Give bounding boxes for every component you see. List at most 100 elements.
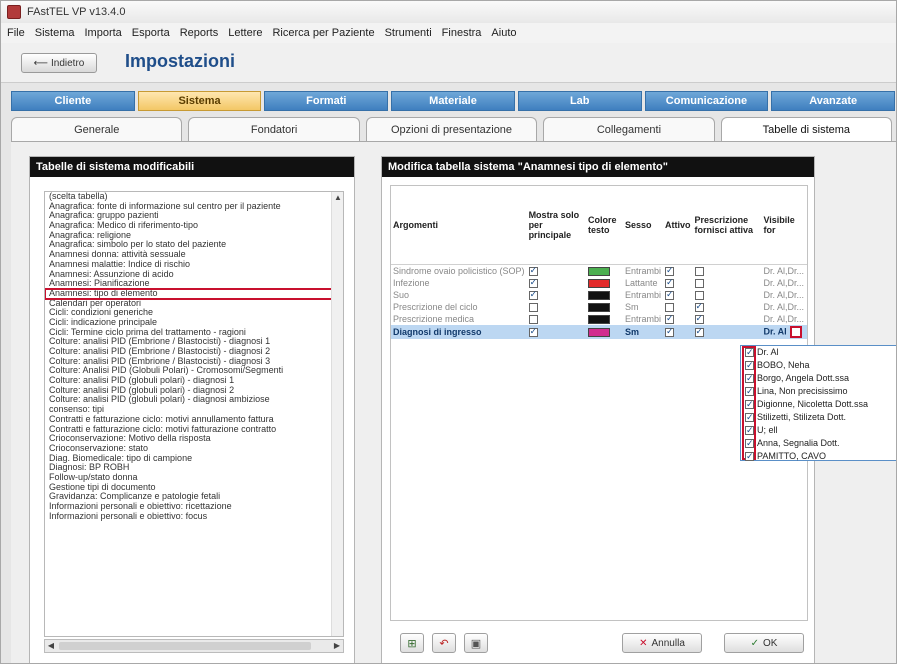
color-swatch[interactable] [588,278,611,288]
list-item[interactable]: Colture: Analisi PID (Globuli Polari) - … [45,366,343,376]
prescription-checkbox[interactable] [694,266,704,276]
menu-item[interactable]: Esporta [132,27,170,39]
list-item[interactable]: Informazioni personali e obiettivo: rice… [45,502,343,512]
list-item[interactable]: Contratti e fatturazione ciclo: motivi a… [45,415,343,425]
option-checkbox[interactable] [745,450,754,463]
menu-item[interactable]: Lettere [228,27,262,39]
main-tab[interactable]: Avanzate [771,91,896,111]
scroll-thumb[interactable] [59,642,311,650]
color-swatch[interactable] [588,303,611,312]
menu-item[interactable]: Reports [180,27,219,39]
dropdown-option[interactable]: BOBO, Neha [741,359,896,372]
main-tab[interactable]: Cliente [11,91,135,111]
ok-button[interactable]: ✓ OK [724,633,804,653]
list-item[interactable]: Anagrafica: religione [45,231,343,241]
scroll-up-icon[interactable]: ▲ [332,192,343,204]
argument-cell[interactable]: Sindrome ovaio policistico (SOP) [391,264,527,277]
prescription-checkbox[interactable] [694,278,704,288]
sex-cell[interactable]: Sm [623,325,664,340]
menu-item[interactable]: Strumenti [385,27,432,39]
visible-for-cell[interactable]: Dr. Al,Dr... [761,264,807,277]
list-item[interactable]: Anagrafica: Medico di riferimento-tipo [45,221,343,231]
active-checkbox[interactable] [665,277,675,288]
visible-for-cell[interactable]: Dr. Al,Dr... [761,313,807,325]
option-checkbox[interactable] [745,372,754,385]
list-item[interactable]: Colture: analisi PID (globuli polari) - … [45,395,343,405]
list-item[interactable]: Diag. Biomedicale: tipo di campione [45,454,343,464]
list-item[interactable]: Anagrafica: gruppo pazienti [45,211,343,221]
dropdown-toggle-button[interactable] [789,326,802,339]
list-item[interactable]: Cicli: indicazione principale [45,318,343,328]
cancel-button[interactable]: ✕ Annulla [622,633,702,653]
option-checkbox[interactable] [745,398,754,411]
dropdown-option[interactable]: Lina, Non precisissimo [741,385,896,398]
option-checkbox[interactable] [745,424,754,437]
sub-tab[interactable]: Collegamenti [543,117,715,141]
menu-item[interactable]: Importa [84,27,121,39]
visible-for-dropdown[interactable]: Dr. Al BOBO, Neha Borgo, Angela Dott.ssa Li… [740,345,896,463]
option-checkbox[interactable] [745,411,754,424]
list-item[interactable]: Anagrafica: simbolo per lo stato del paz… [45,240,343,250]
prescription-checkbox[interactable] [694,301,704,312]
menu-item[interactable]: File [7,27,25,39]
sub-tab[interactable]: Generale [11,117,183,141]
list-item[interactable]: Diagnosi: BP ROBH [45,463,343,473]
prescription-checkbox[interactable] [694,290,704,300]
color-swatch[interactable] [588,328,611,338]
horizontal-scrollbar[interactable]: ◀ ▶ [44,639,344,653]
main-tab[interactable]: Comunicazione [644,91,769,111]
list-item[interactable]: Crioconservazione: Motivo della risposta [45,434,343,444]
dropdown-option[interactable]: Anna, Segnalia Dott. [741,437,896,450]
menu-item[interactable]: Sistema [35,27,75,39]
list-item[interactable]: Anamnesi donna: attività sessuale [45,250,343,260]
list-item[interactable]: Cicli: Termine ciclo prima del trattamen… [45,328,343,338]
main-only-checkbox[interactable] [528,326,538,338]
list-item[interactable]: Cicli: condizioni generiche [45,308,343,318]
active-checkbox[interactable] [665,265,675,276]
main-only-checkbox[interactable] [528,303,538,312]
table-row[interactable]: Sindrome ovaio policistico (SOP) Entrambi… [391,264,807,277]
sex-cell[interactable]: Sm [623,301,663,313]
list-item[interactable]: Follow-up/stato donna [45,473,343,483]
argument-cell[interactable]: Diagnosi di ingresso [391,325,527,340]
sex-cell[interactable]: Entrambi [623,289,663,301]
list-item[interactable]: Calendari per operatori [45,299,343,309]
list-item[interactable]: Anamnesi: Pianificazione [45,279,343,289]
sex-cell[interactable]: Entrambi [623,264,663,277]
option-checkbox[interactable] [745,437,754,450]
dropdown-option[interactable]: Dr. Al [741,346,896,359]
main-only-checkbox[interactable] [528,289,538,300]
menu-item[interactable]: Ricerca per Paziente [272,27,374,39]
main-only-checkbox[interactable] [528,315,538,325]
sex-cell[interactable]: Lattante [623,277,663,289]
color-swatch[interactable] [588,315,611,325]
dropdown-option[interactable]: PAMITTO, CAVO [741,450,896,463]
table-row[interactable]: Prescrizione medica Entrambi Dr. Al,Dr... [391,313,807,325]
dropdown-option[interactable]: U; ell [741,424,896,437]
list-item[interactable]: Colture: analisi PID (globuli polari) - … [45,386,343,396]
dropdown-option[interactable]: Borgo, Angela Dott.ssa [741,372,896,385]
list-item[interactable]: Crioconservazione: stato [45,444,343,454]
list-item[interactable]: consenso: tipi [45,405,343,415]
prescription-checkbox[interactable] [694,326,704,338]
main-only-checkbox[interactable] [528,277,538,288]
list-item[interactable]: Colture: analisi PID (Embrione / Blastoc… [45,347,343,357]
sub-tab[interactable]: Fondatori [188,117,360,141]
list-item[interactable]: Anamnesi malattie: Indice di rischio [45,260,343,270]
sub-tab[interactable]: Opzioni di presentazione [365,117,538,141]
prescription-checkbox[interactable] [694,313,704,325]
option-checkbox[interactable] [745,359,754,372]
list-item[interactable]: Anagrafica: fonte di informazione sul ce… [45,202,343,212]
argument-cell[interactable]: Suo [391,289,527,301]
main-tab[interactable]: Formati [264,91,389,111]
list-item[interactable]: Colture: analisi PID (Embrione / Blastoc… [45,337,343,347]
list-item[interactable]: Colture: analisi PID (Embrione / Blastoc… [45,357,343,367]
option-checkbox[interactable] [745,346,754,359]
active-checkbox[interactable] [665,289,675,300]
undo-button[interactable]: ↶ [432,633,456,653]
visible-for-cell[interactable]: Dr. Al,Dr... [761,277,807,289]
list-item[interactable]: Informazioni personali e obiettivo: focu… [45,512,343,522]
system-table-list[interactable]: (scelta tabella) Anagrafica: fonte di inf… [44,191,344,637]
list-item[interactable]: Anamnesi: tipo di elemento [45,287,343,300]
main-tab[interactable]: Sistema [137,91,262,111]
